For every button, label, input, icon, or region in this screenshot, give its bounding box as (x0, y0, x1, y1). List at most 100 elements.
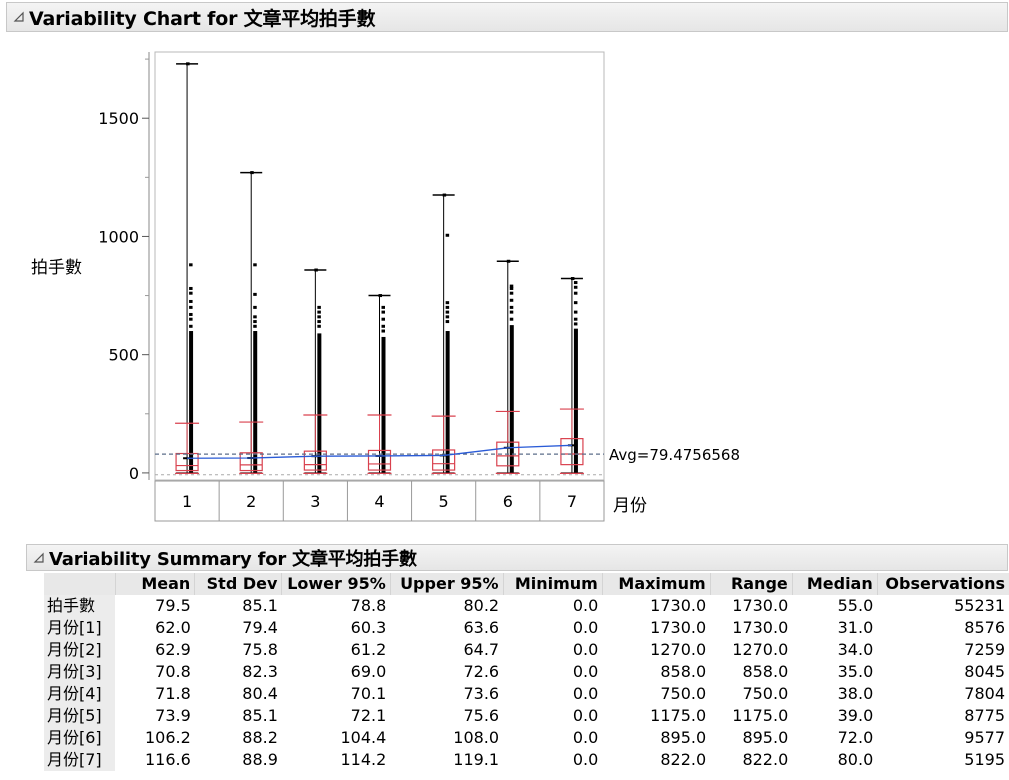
outlier-point (445, 315, 450, 319)
x-tick-label: 1 (182, 492, 192, 511)
outlier-point (509, 298, 514, 302)
outlier-point (573, 301, 578, 305)
table-cell: 8576 (964, 618, 1005, 637)
column-header: Maximum (601, 573, 711, 595)
disclosure-triangle-icon[interactable] (31, 550, 47, 566)
y-axis: 0 500 1000 1500 (98, 52, 150, 483)
table-cell: 0.0 (572, 596, 599, 615)
table-cell: 750.0 (742, 684, 789, 703)
outlier-point (381, 329, 385, 333)
table-row: 月份[4] 71.8 80.4 70.1 73.6 0.0 750.0 750.0 38.0 78… (44, 683, 1009, 705)
x-tick-label: 5 (439, 492, 449, 511)
column-header: Lower 95% (281, 573, 391, 595)
outlier-point (253, 305, 257, 309)
table-cell: 114.2 (340, 750, 387, 769)
outlier-point (189, 263, 193, 267)
table-cell: 1730.0 (732, 596, 789, 615)
x-axis-title: 月份 (613, 496, 647, 516)
outlier-point (253, 315, 257, 319)
table-cell: 35.0 (837, 662, 874, 681)
variability-chart: 050010001500 拍手數 Avg=79.4756568 1234567 … (31, 51, 740, 522)
table-cell: 1730.0 (650, 618, 707, 637)
max-point (186, 62, 190, 66)
table-cell: 88.2 (242, 728, 278, 747)
table-cell: 0.0 (572, 728, 599, 747)
table-cell: 69.0 (350, 662, 387, 681)
y-tick-label: 500 (108, 346, 139, 365)
column-header: Std Dev (194, 573, 282, 595)
table-cell: 1175.0 (732, 706, 789, 725)
outlier-point (573, 291, 578, 295)
outlier-point (573, 317, 578, 321)
column-header: Median (791, 573, 878, 595)
max-point (570, 277, 575, 281)
table-cell: 0.0 (572, 684, 599, 703)
table-cell: 108.0 (453, 728, 500, 747)
outlier-point (509, 310, 514, 314)
table-cell: 895.0 (742, 728, 789, 747)
table-row: 月份[3] 70.8 82.3 69.0 72.6 0.0 858.0 858.0 35.0 80… (44, 661, 1009, 683)
y-axis-title: 拍手數 (31, 258, 82, 278)
table-cell: 72.1 (350, 706, 387, 725)
outlier-point (509, 291, 514, 295)
table-cell: 73.6 (463, 684, 500, 703)
table-cell: 70.8 (155, 662, 191, 681)
outlier-point (189, 299, 193, 303)
outlier-point (317, 310, 321, 314)
variability-summary-table: Mean Std Dev Lower 95% Upper 95% Minimum Maxi… (44, 573, 1009, 771)
summary-title: Variability Summary for 文章平均拍手數 (49, 548, 417, 570)
table-cell: 60.3 (350, 618, 387, 637)
outlier-point (317, 320, 321, 324)
row-label: 月份[5] (44, 705, 116, 727)
disclosure-triangle-icon[interactable] (11, 9, 27, 25)
point-cloud (509, 325, 514, 473)
table-cell: 75.6 (463, 706, 500, 725)
table-cell: 72.0 (837, 728, 874, 747)
table-cell: 79.4 (242, 618, 278, 637)
table-cell: 88.9 (242, 750, 278, 769)
row-label: 月份[3] (44, 661, 116, 683)
outlier-point (381, 317, 385, 321)
outlier-point (189, 305, 193, 309)
outlier-point (573, 310, 578, 314)
column-header: Range (709, 573, 793, 595)
outlier-point (445, 301, 450, 305)
max-point (378, 294, 382, 298)
table-cell: 1730.0 (650, 596, 707, 615)
outlier-point (445, 320, 450, 324)
table-cell: 858.0 (742, 662, 789, 681)
row-label: 月份[1] (44, 617, 116, 639)
outlier-point (509, 286, 514, 290)
table-cell: 80.2 (463, 596, 500, 615)
table-cell: 38.0 (837, 684, 874, 703)
table-cell: 1270.0 (732, 640, 789, 659)
max-point (250, 171, 254, 175)
point-cloud (381, 336, 386, 473)
table-cell: 85.1 (242, 596, 278, 615)
outlier-point (317, 315, 321, 319)
outlier-point (253, 320, 257, 324)
outlier-point (253, 263, 257, 267)
table-row: 月份[2] 62.9 75.8 61.2 64.7 0.0 1270.0 1270.0 34.0… (44, 639, 1009, 661)
chart-outline-header[interactable]: Variability Chart for 文章平均拍手數 (6, 2, 1008, 32)
table-cell: 104.4 (340, 728, 387, 747)
outlier-point (509, 305, 514, 309)
table-cell: 5195 (964, 750, 1005, 769)
table-cell: 78.8 (350, 596, 387, 615)
row-label: 拍手數 (44, 595, 116, 617)
row-label: 月份[2] (44, 639, 116, 661)
table-cell: 75.8 (242, 640, 278, 659)
table-cell: 80.4 (242, 684, 278, 703)
table-cell: 85.1 (242, 706, 278, 725)
table-row: 拍手數 79.5 85.1 78.8 80.2 0.0 1730.0 1730.0 55.0 55… (44, 595, 1009, 617)
outlier-point (573, 322, 578, 326)
y-tick-label: 1000 (98, 227, 139, 246)
column-header: Mean (114, 573, 195, 595)
x-tick-label: 4 (374, 492, 384, 511)
x-axis: 1 2 3 4 5 6 7 (154, 480, 605, 522)
y-tick-label: 0 (129, 464, 139, 483)
outlier-point (317, 305, 321, 309)
table-cell: 9577 (964, 728, 1005, 747)
summary-outline-header[interactable]: Variability Summary for 文章平均拍手數 (26, 544, 1008, 571)
table-row: 月份[1] 62.0 79.4 60.3 63.6 0.0 1730.0 1730.0 31.0… (44, 617, 1009, 639)
